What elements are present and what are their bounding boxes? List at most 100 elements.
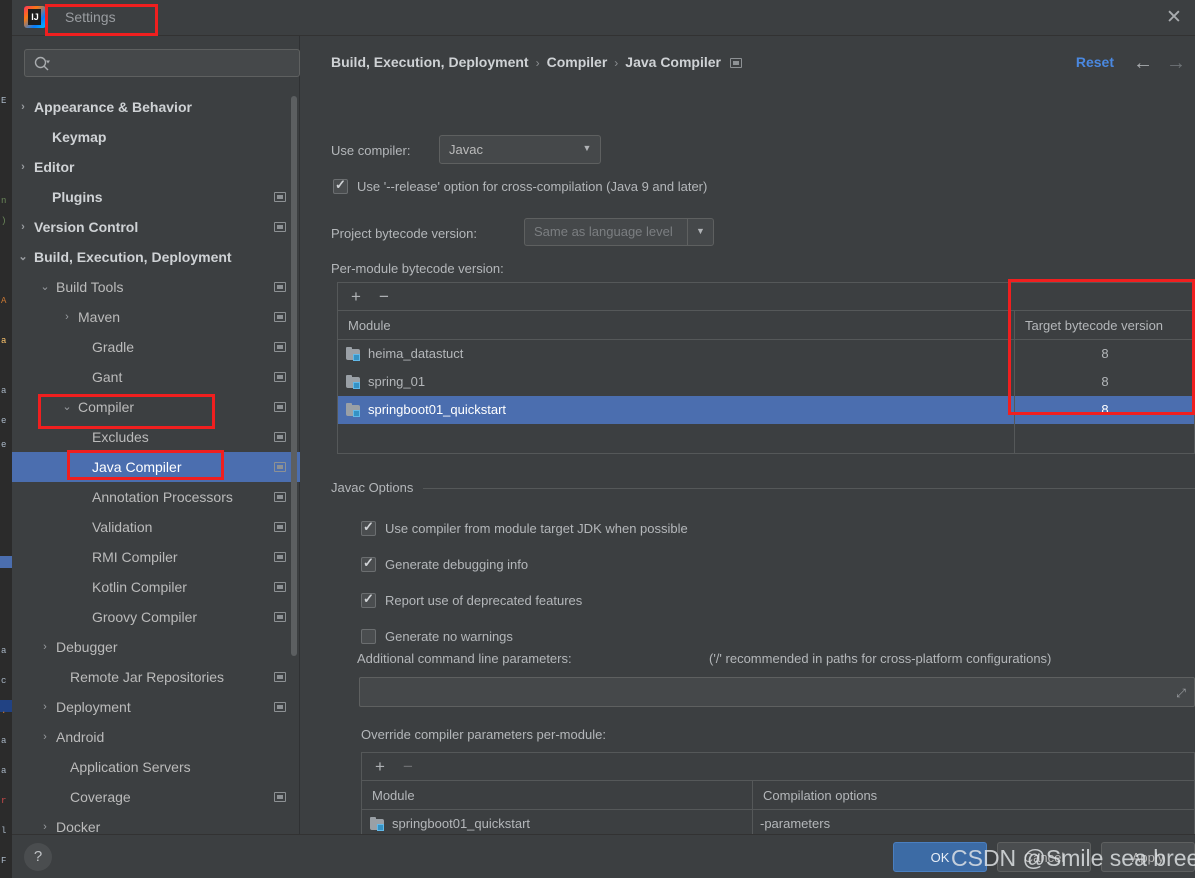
add-module-button[interactable]: +	[346, 287, 366, 307]
sidebar-scrollbar[interactable]	[291, 96, 297, 656]
project-bytecode-dropdown[interactable]: Same as language level ▼	[524, 218, 714, 246]
additional-params-input[interactable]: ⤢	[359, 677, 1195, 707]
sidebar-item-android[interactable]: › Android	[12, 722, 300, 752]
sidebar-item-label: Debugger	[56, 639, 118, 655]
nav-back-icon[interactable]: ←	[1130, 50, 1156, 76]
sidebar-item-groovy-compiler[interactable]: Groovy Compiler	[12, 602, 300, 632]
sidebar-item-build-tools[interactable]: ⌄ Build Tools	[12, 272, 300, 302]
column-header-compilation-options[interactable]: Compilation options	[752, 781, 1195, 810]
target-bytecode-version-cell[interactable]: 8	[1014, 340, 1195, 368]
table-row[interactable]: springboot01_quickstart 8	[338, 396, 1194, 424]
override-table-header: Module Compilation options	[362, 781, 1194, 810]
project-scope-icon	[274, 282, 286, 292]
dialog-window: IJ Settings ✕ › Appearance & Behavior Keym…	[12, 0, 1195, 878]
sidebar-item-plugins[interactable]: Plugins	[12, 182, 300, 212]
sidebar-item-maven[interactable]: › Maven	[12, 302, 300, 332]
chevron-right-icon[interactable]: ›	[60, 302, 74, 332]
sidebar-item-annotation-processors[interactable]: Annotation Processors	[12, 482, 300, 512]
add-override-button[interactable]: +	[370, 757, 390, 777]
sidebar-item-application-servers[interactable]: Application Servers	[12, 752, 300, 782]
expand-icon[interactable]: ⤢	[1174, 686, 1188, 700]
sidebar-item-docker[interactable]: › Docker	[12, 812, 300, 834]
search-input[interactable]	[24, 49, 300, 77]
use-compiler-label: Use compiler:	[331, 143, 411, 158]
reset-button[interactable]: Reset	[1076, 54, 1114, 70]
sidebar-item-deployment[interactable]: › Deployment	[12, 692, 300, 722]
project-scope-icon	[274, 432, 286, 442]
chevron-right-icon[interactable]: ›	[38, 692, 52, 722]
bytecode-table: + − Module Target bytecode version heima_…	[337, 282, 1195, 454]
sidebar-item-coverage[interactable]: Coverage	[12, 782, 300, 812]
javac-option-label: Generate debugging info	[385, 557, 529, 572]
sliver-text: r	[1, 796, 7, 806]
apply-button[interactable]: Apply	[1101, 842, 1195, 872]
chevron-right-icon[interactable]: ›	[16, 152, 30, 182]
chevron-right-icon[interactable]: ›	[38, 632, 52, 662]
table-row[interactable]: springboot01_quickstart -parameters	[362, 810, 1194, 834]
sidebar-item-debugger[interactable]: › Debugger	[12, 632, 300, 662]
sidebar-item-compiler[interactable]: ⌄ Compiler	[12, 392, 300, 422]
breadcrumb-separator: ›	[614, 56, 619, 70]
sidebar-item-version-control[interactable]: › Version Control	[12, 212, 300, 242]
sidebar-item-java-compiler[interactable]: Java Compiler	[12, 452, 300, 482]
module-folder-icon	[346, 375, 361, 389]
sidebar-item-build-execution-deployment[interactable]: ⌄ Build, Execution, Deployment	[12, 242, 300, 272]
target-bytecode-version-cell[interactable]: 8	[1014, 396, 1195, 424]
sliver-text: E	[1, 96, 7, 106]
chevron-right-icon[interactable]: ›	[16, 212, 30, 242]
breadcrumb-separator: ›	[535, 56, 540, 70]
sidebar-item-label: Keymap	[52, 129, 107, 145]
column-header-module[interactable]: Module	[362, 781, 752, 810]
sidebar-item-gradle[interactable]: Gradle	[12, 332, 300, 362]
chevron-down-icon[interactable]: ⌄	[60, 392, 74, 422]
chevron-right-icon[interactable]: ›	[38, 812, 52, 834]
chevron-down-icon[interactable]: ⌄	[16, 242, 30, 272]
breadcrumb-item[interactable]: Build, Execution, Deployment	[331, 54, 529, 70]
target-bytecode-version-cell[interactable]: 8	[1014, 368, 1195, 396]
remove-module-button[interactable]: −	[374, 287, 394, 307]
sidebar-item-editor[interactable]: › Editor	[12, 152, 300, 182]
project-scope-icon	[274, 462, 286, 472]
ok-button[interactable]: OK	[893, 842, 987, 872]
table-row[interactable]: spring_01 8	[338, 368, 1194, 396]
sidebar-item-label: Build Tools	[56, 279, 124, 295]
chevron-down-icon[interactable]: ⌄	[38, 272, 52, 302]
chevron-right-icon[interactable]: ›	[16, 92, 30, 122]
sidebar-item-label: Groovy Compiler	[92, 609, 198, 625]
nav-forward-icon[interactable]: →	[1163, 50, 1189, 76]
sidebar-item-remote-jar-repositories[interactable]: Remote Jar Repositories	[12, 662, 300, 692]
help-button[interactable]: ?	[24, 843, 52, 871]
remove-override-button[interactable]: −	[398, 757, 418, 777]
close-icon[interactable]: ✕	[1161, 6, 1187, 30]
sidebar-item-rmi-compiler[interactable]: RMI Compiler	[12, 542, 300, 572]
breadcrumb-item[interactable]: Java Compiler	[625, 54, 721, 70]
chevron-down-icon: ▼	[582, 143, 592, 153]
chevron-right-icon[interactable]: ›	[38, 722, 52, 752]
sidebar-item-validation[interactable]: Validation	[12, 512, 300, 542]
table-row[interactable]: heima_datastuct 8	[338, 340, 1194, 368]
project-scope-icon	[274, 192, 286, 202]
sliver-text: )	[1, 216, 7, 226]
compilation-options-cell[interactable]: -parameters	[760, 810, 1190, 834]
checkbox-box	[361, 629, 376, 644]
sidebar-item-excludes[interactable]: Excludes	[12, 422, 300, 452]
sidebar-item-kotlin-compiler[interactable]: Kotlin Compiler	[12, 572, 300, 602]
column-header-module[interactable]: Module	[338, 311, 1014, 340]
project-scope-icon	[274, 522, 286, 532]
breadcrumb-item[interactable]: Compiler	[547, 54, 608, 70]
sidebar-item-appearance-behavior[interactable]: › Appearance & Behavior	[12, 92, 300, 122]
use-compiler-dropdown[interactable]: Javac ▼	[439, 135, 601, 164]
sliver-text: e	[1, 416, 7, 426]
sidebar-item-gant[interactable]: Gant	[12, 362, 300, 392]
column-header-target-bytecode-version[interactable]: Target bytecode version	[1014, 311, 1195, 340]
sidebar-item-label: Gradle	[92, 339, 135, 355]
project-scope-icon	[274, 492, 286, 502]
sidebar-item-label: Android	[56, 729, 105, 745]
sliver-text: a	[1, 736, 7, 746]
override-table-toolbar: + −	[362, 753, 1194, 781]
module-name-cell: heima_datastuct	[368, 346, 464, 361]
intellij-logo-icon: IJ	[24, 6, 46, 28]
sliver-text: l	[1, 826, 7, 836]
cancel-button[interactable]: Cancel	[997, 842, 1091, 872]
sidebar-item-keymap[interactable]: Keymap	[12, 122, 300, 152]
